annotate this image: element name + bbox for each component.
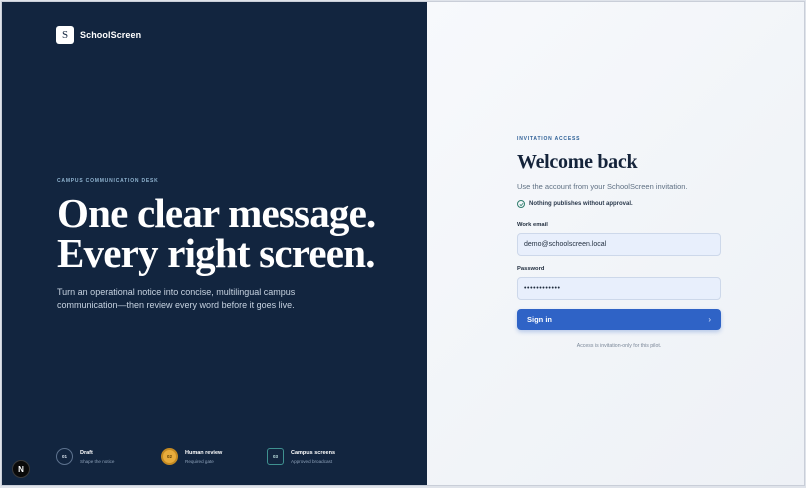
- email-field[interactable]: demo@schoolscreen.local: [517, 233, 721, 256]
- hero-headline-line-1: One clear message.: [57, 190, 376, 236]
- password-field[interactable]: ••••••••••••: [517, 277, 721, 300]
- signin-form: INVITATION ACCESS Welcome back Use the a…: [517, 136, 721, 349]
- hero-headline: One clear message. Every right screen.: [57, 190, 417, 276]
- step-number-badge: 01: [56, 448, 73, 465]
- step-number-badge: 02: [161, 448, 178, 465]
- sign-in-label: Sign in: [527, 315, 552, 324]
- brand-name: SchoolScreen: [80, 30, 142, 40]
- step-title: Draft: [80, 449, 93, 456]
- sign-in-button[interactable]: Sign in ›: [517, 309, 721, 330]
- email-label: Work email: [517, 222, 548, 228]
- step-title: Campus screens: [291, 449, 336, 456]
- hero-headline-line-2: Every right screen.: [57, 230, 375, 276]
- approval-note-text: Nothing publishes without approval.: [529, 201, 633, 207]
- form-subtitle: Use the account from your SchoolScreen i…: [517, 182, 688, 191]
- password-value: ••••••••••••: [524, 285, 561, 292]
- step-campus-screens: 03 Campus screens Approved broadcast: [267, 448, 335, 465]
- dev-tools-icon: N: [18, 464, 24, 474]
- signin-panel: INVITATION ACCESS Welcome back Use the a…: [427, 2, 804, 485]
- hero-panel: S SchoolScreen CAMPUS COMMUNICATION DESK…: [2, 2, 427, 485]
- step-subtitle: Shape the notice: [80, 458, 115, 464]
- password-label: Password: [517, 266, 545, 272]
- invitation-footnote: Access is invitation-only for this pilot…: [576, 343, 662, 349]
- approval-note: Nothing publishes without approval.: [517, 200, 721, 208]
- step-number-badge: 03: [267, 448, 284, 465]
- brand[interactable]: S SchoolScreen: [56, 26, 141, 44]
- chevron-right-icon: ›: [708, 315, 711, 324]
- form-eyebrow: INVITATION ACCESS: [517, 136, 581, 142]
- step-subtitle: Approved broadcast: [291, 458, 333, 464]
- brand-logo-icon: S: [56, 26, 74, 44]
- hero-eyebrow: CAMPUS COMMUNICATION DESK: [57, 178, 159, 184]
- check-circle-icon: [517, 200, 525, 208]
- app-window: S SchoolScreen CAMPUS COMMUNICATION DESK…: [1, 1, 805, 486]
- step-subtitle: Required gate: [185, 458, 214, 464]
- hero-description: Turn an operational notice into concise,…: [57, 287, 296, 310]
- workflow-steps: 01 Draft Shape the notice 02 Human revie…: [56, 448, 335, 465]
- dev-tools-button[interactable]: N: [12, 460, 30, 478]
- step-title: Human review: [185, 449, 223, 456]
- form-title: Welcome back: [517, 151, 638, 173]
- step-draft: 01 Draft Shape the notice: [56, 448, 161, 465]
- email-value: demo@schoolscreen.local: [524, 241, 607, 248]
- step-human-review: 02 Human review Required gate: [161, 448, 267, 465]
